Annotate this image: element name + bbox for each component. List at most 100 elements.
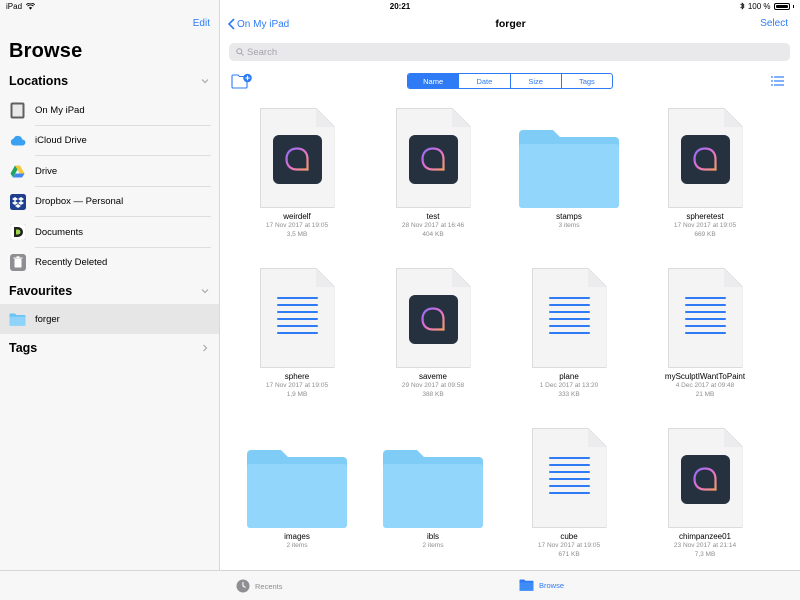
sidebar-item-documents[interactable]: Documents xyxy=(0,217,220,248)
document-thumbnail xyxy=(667,428,743,528)
file-item-sphere[interactable]: sphere 17 Nov 2017 at 19:05 1,9 MB xyxy=(229,260,365,399)
file-name: chimpanzee01 xyxy=(678,532,732,541)
sidebar: Edit Browse Locations On My iPad iCloud … xyxy=(0,0,220,570)
sidebar-item-on-my-ipad[interactable]: On My iPad xyxy=(0,95,220,126)
sidebar-item-label: forger xyxy=(35,313,60,325)
trash-icon xyxy=(9,254,26,272)
file-thumbnail xyxy=(637,260,773,368)
ipad-icon xyxy=(9,102,26,119)
battery-percent: 100 % xyxy=(747,1,771,11)
document-thumbnail xyxy=(531,268,607,368)
sidebar-item-forger[interactable]: forger xyxy=(0,304,219,334)
file-item-ibls[interactable]: ibls 2 items xyxy=(365,420,501,551)
file-size: 1,9 MB xyxy=(286,391,308,398)
document-thumbnail xyxy=(259,108,335,208)
tab-browse-label: Browse xyxy=(539,580,565,590)
battery-icon xyxy=(773,2,790,10)
back-button-label: On My iPad xyxy=(237,18,290,30)
file-item-images[interactable]: images 2 items xyxy=(229,420,365,551)
search-input[interactable] xyxy=(247,46,747,58)
new-folder-icon[interactable] xyxy=(231,73,253,89)
sidebar-item-label: Dropbox — Personal xyxy=(35,196,124,208)
text-document-icon xyxy=(548,457,590,499)
app-document-icon xyxy=(680,455,730,504)
locations-header-label: Locations xyxy=(9,74,69,88)
list-view-icon[interactable] xyxy=(771,76,784,86)
file-name: ibls xyxy=(426,532,439,541)
file-item-chimpanzee01[interactable]: chimpanzee01 23 Nov 2017 at 21:14 7,3 MB xyxy=(637,420,773,559)
file-item-spheretest[interactable]: spheretest 17 Nov 2017 at 19:05 669 KB xyxy=(637,100,773,239)
icloud-icon xyxy=(9,132,26,149)
sidebar-item-label: Documents xyxy=(35,226,84,238)
search-bar[interactable] xyxy=(229,43,790,61)
document-thumbnail xyxy=(395,108,471,208)
file-name: saveme xyxy=(418,372,447,381)
tab-recents[interactable]: Recents xyxy=(236,579,283,593)
edit-button[interactable]: Edit xyxy=(193,18,210,29)
folder-icon xyxy=(383,450,483,528)
sort-by-size[interactable]: Size xyxy=(509,74,561,88)
back-button[interactable]: On My iPad xyxy=(228,18,289,30)
file-name: test xyxy=(426,212,440,221)
sidebar-item-recently-deleted[interactable]: Recently Deleted xyxy=(0,248,220,279)
file-size: 669 KB xyxy=(694,231,716,238)
tags-header[interactable]: Tags xyxy=(9,339,210,357)
file-thumbnail xyxy=(637,420,773,528)
file-name: mySculptIWantToPaint xyxy=(664,372,746,381)
file-size: 404 KB xyxy=(422,231,444,238)
status-bar: iPad 20:21 100 % xyxy=(0,0,800,12)
select-button[interactable]: Select xyxy=(760,18,788,29)
tab-browse[interactable]: Browse xyxy=(519,579,564,591)
browse-title: Browse xyxy=(9,40,83,62)
file-thumbnail xyxy=(229,420,365,528)
main-pane: On My iPad forger Select Name Date Size … xyxy=(221,0,800,570)
app-document-icon xyxy=(680,135,730,184)
file-item-saveme[interactable]: saveme 29 Nov 2017 at 09:58 388 KB xyxy=(365,260,501,399)
sidebar-item-dropbox[interactable]: Dropbox — Personal xyxy=(0,187,220,218)
chevron-right-icon xyxy=(203,344,208,352)
google-drive-icon xyxy=(9,163,26,180)
file-name: spheretest xyxy=(686,212,724,221)
favourites-header-label: Favourites xyxy=(9,284,73,298)
text-document-icon xyxy=(548,297,590,339)
sidebar-item-drive[interactable]: Drive xyxy=(0,156,220,187)
file-thumbnail xyxy=(229,260,365,368)
favourites-header[interactable]: Favourites xyxy=(9,282,210,300)
app-document-icon xyxy=(272,135,322,184)
documents-app-icon xyxy=(9,224,26,241)
chevron-down-icon xyxy=(201,79,209,84)
sort-by-name[interactable]: Name xyxy=(408,74,459,88)
chevron-down-icon xyxy=(201,289,209,294)
forger-logo-icon xyxy=(421,306,445,331)
tab-bar: Recents Browse xyxy=(0,570,800,600)
sidebar-item-label: Recently Deleted xyxy=(35,257,108,269)
sidebar-item-icloud-drive[interactable]: iCloud Drive xyxy=(0,126,220,157)
sort-by-tags[interactable]: Tags xyxy=(560,74,612,88)
locations-header[interactable]: Locations xyxy=(9,72,210,90)
file-thumbnail xyxy=(637,100,773,208)
file-item-plane[interactable]: plane 1 Dec 2017 at 13:20 333 KB xyxy=(501,260,637,399)
file-date: 1 Dec 2017 at 13:20 xyxy=(539,382,599,389)
folder-icon xyxy=(519,130,619,208)
file-name: cube xyxy=(560,532,578,541)
document-thumbnail xyxy=(531,428,607,528)
file-item-stamps[interactable]: stamps 3 items xyxy=(501,100,637,231)
document-thumbnail xyxy=(667,268,743,368)
file-thumbnail xyxy=(365,100,501,208)
document-thumbnail xyxy=(667,108,743,208)
file-thumbnail xyxy=(501,420,637,528)
file-item-weirdelf[interactable]: weirdelf 17 Nov 2017 at 19:05 3,5 MB xyxy=(229,100,365,239)
file-size: 671 KB xyxy=(558,551,580,558)
file-name: sphere xyxy=(284,372,310,381)
page-title: forger xyxy=(495,18,526,30)
file-date: 17 Nov 2017 at 19:05 xyxy=(537,542,601,549)
device-label: iPad xyxy=(6,1,23,11)
file-date: 2 items xyxy=(422,542,444,549)
sort-segmented-control: Name Date Size Tags xyxy=(407,73,613,89)
sidebar-item-label: On My iPad xyxy=(35,104,85,116)
file-item-test[interactable]: test 28 Nov 2017 at 16:46 404 KB xyxy=(365,100,501,239)
sort-by-date[interactable]: Date xyxy=(458,74,509,88)
file-item-mysculptiwanttopaint[interactable]: mySculptIWantToPaint 4 Dec 2017 at 09:48 2… xyxy=(637,260,773,399)
file-item-cube[interactable]: cube 17 Nov 2017 at 19:05 671 KB xyxy=(501,420,637,559)
forger-logo-icon xyxy=(421,146,445,171)
